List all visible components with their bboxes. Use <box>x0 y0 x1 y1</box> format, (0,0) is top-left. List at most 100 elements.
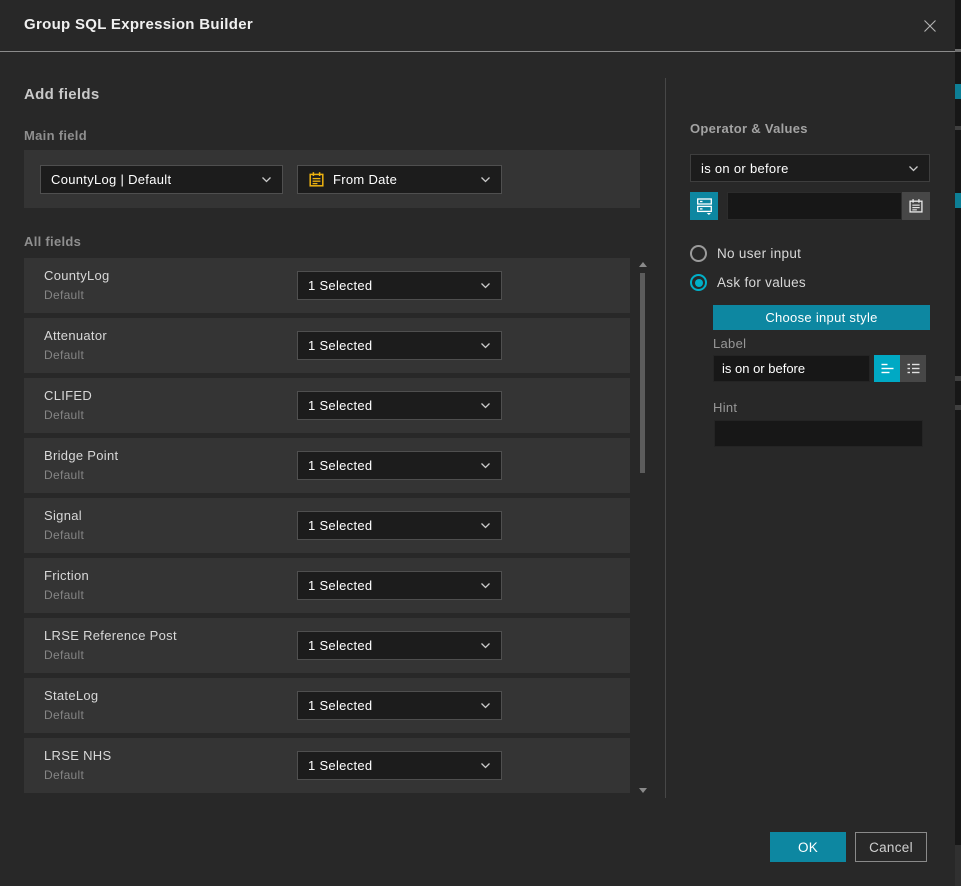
field-sublabel: Default <box>44 408 84 422</box>
field-sublabel: Default <box>44 588 84 602</box>
hint-field-label: Hint <box>713 400 737 415</box>
field-row: StateLog Default 1 Selected <box>24 678 630 733</box>
field-values-select-value: 1 Selected <box>308 638 474 653</box>
radio-ask-for-values-label: Ask for values <box>717 275 806 290</box>
radio-no-user-input-label: No user input <box>717 246 801 261</box>
value-input[interactable] <box>727 192 902 220</box>
main-field-panel: CountyLog | Default From Date <box>24 150 640 208</box>
calendar-icon <box>308 171 325 188</box>
field-name: CountyLog <box>44 268 110 283</box>
choose-input-style-button[interactable]: Choose input style <box>713 305 930 330</box>
field-values-select[interactable]: 1 Selected <box>297 691 502 720</box>
main-layer-select-value: CountyLog | Default <box>51 172 255 187</box>
calendar-icon <box>908 198 924 214</box>
ok-button[interactable]: OK <box>770 832 846 862</box>
field-sublabel: Default <box>44 768 84 782</box>
field-values-select[interactable]: 1 Selected <box>297 751 502 780</box>
operator-select[interactable]: is on or before <box>690 154 930 182</box>
label-field-label: Label <box>713 336 746 351</box>
field-name: LRSE Reference Post <box>44 628 177 643</box>
label-input[interactable] <box>713 355 870 382</box>
field-sublabel: Default <box>44 528 84 542</box>
field-name: LRSE NHS <box>44 748 111 763</box>
chevron-down-icon <box>480 282 491 289</box>
field-row: CLIFED Default 1 Selected <box>24 378 630 433</box>
operator-values-panel: Operator & Values is on or before <box>690 0 930 800</box>
field-name: Friction <box>44 568 89 583</box>
scrollbar-thumb[interactable] <box>640 273 645 473</box>
scroll-up-arrow-icon[interactable] <box>639 262 647 267</box>
all-fields-label: All fields <box>24 234 81 249</box>
field-values-select[interactable]: 1 Selected <box>297 271 502 300</box>
field-row: Bridge Point Default 1 Selected <box>24 438 630 493</box>
scroll-down-arrow-icon[interactable] <box>639 788 647 793</box>
field-sublabel: Default <box>44 468 84 482</box>
chevron-down-icon <box>480 642 491 649</box>
field-values-select-value: 1 Selected <box>308 518 474 533</box>
cancel-button[interactable]: Cancel <box>855 832 927 862</box>
field-row: Attenuator Default 1 Selected <box>24 318 630 373</box>
operator-values-heading: Operator & Values <box>690 121 808 136</box>
field-values-select[interactable]: 1 Selected <box>297 571 502 600</box>
align-left-icon <box>880 362 895 375</box>
field-values-select[interactable]: 1 Selected <box>297 391 502 420</box>
field-values-select-value: 1 Selected <box>308 758 474 773</box>
value-source-button[interactable] <box>690 192 718 220</box>
main-field-select[interactable]: From Date <box>297 165 502 194</box>
field-sublabel: Default <box>44 708 84 722</box>
radio-checked-icon <box>690 274 707 291</box>
radio-ask-for-values[interactable]: Ask for values <box>690 274 806 291</box>
chevron-down-icon <box>480 762 491 769</box>
chevron-down-icon <box>908 165 919 172</box>
field-row: Friction Default 1 Selected <box>24 558 630 613</box>
chevron-down-icon <box>480 702 491 709</box>
chevron-down-icon <box>480 462 491 469</box>
date-picker-button[interactable] <box>902 192 930 220</box>
group-sql-expression-builder-dialog: Group SQL Expression Builder Add fields … <box>0 0 955 886</box>
all-fields-list: CountyLog Default 1 Selected Attenuator … <box>24 258 630 793</box>
field-values-select[interactable]: 1 Selected <box>297 451 502 480</box>
chevron-down-icon <box>480 342 491 349</box>
list-icon <box>906 362 921 375</box>
main-field-label: Main field <box>24 128 87 143</box>
fields-list-scrollbar <box>637 258 649 798</box>
field-values-select-value: 1 Selected <box>308 458 474 473</box>
field-values-select-value: 1 Selected <box>308 398 474 413</box>
main-layer-select[interactable]: CountyLog | Default <box>40 165 283 194</box>
input-style-text-button[interactable] <box>874 355 900 382</box>
chevron-down-icon <box>480 176 491 183</box>
field-values-select-value: 1 Selected <box>308 578 474 593</box>
field-row: CountyLog Default 1 Selected <box>24 258 630 313</box>
hint-input[interactable] <box>714 420 923 447</box>
field-sublabel: Default <box>44 288 84 302</box>
chevron-down-icon <box>261 176 272 183</box>
main-field-select-value: From Date <box>333 172 474 187</box>
background-app-edge <box>955 0 961 886</box>
operator-select-value: is on or before <box>701 161 902 176</box>
field-sublabel: Default <box>44 348 84 362</box>
field-name: Signal <box>44 508 82 523</box>
field-name: StateLog <box>44 688 98 703</box>
chevron-down-icon <box>480 522 491 529</box>
field-name: Attenuator <box>44 328 107 343</box>
input-style-list-button[interactable] <box>900 355 926 382</box>
field-row: Signal Default 1 Selected <box>24 498 630 553</box>
field-name: Bridge Point <box>44 448 118 463</box>
panel-divider <box>665 78 666 798</box>
field-row: LRSE Reference Post Default 1 Selected <box>24 618 630 673</box>
field-values-select-value: 1 Selected <box>308 698 474 713</box>
field-values-select[interactable]: 1 Selected <box>297 331 502 360</box>
radio-no-user-input[interactable]: No user input <box>690 245 801 262</box>
dialog-title: Group SQL Expression Builder <box>24 16 253 33</box>
chevron-down-icon <box>480 582 491 589</box>
field-stack-icon <box>696 197 713 215</box>
field-row: LRSE NHS Default 1 Selected <box>24 738 630 793</box>
field-name: CLIFED <box>44 388 92 403</box>
field-values-select[interactable]: 1 Selected <box>297 631 502 660</box>
chevron-down-icon <box>480 402 491 409</box>
add-fields-heading: Add fields <box>24 86 100 103</box>
field-values-select-value: 1 Selected <box>308 278 474 293</box>
field-values-select[interactable]: 1 Selected <box>297 511 502 540</box>
radio-unchecked-icon <box>690 245 707 262</box>
field-sublabel: Default <box>44 648 84 662</box>
